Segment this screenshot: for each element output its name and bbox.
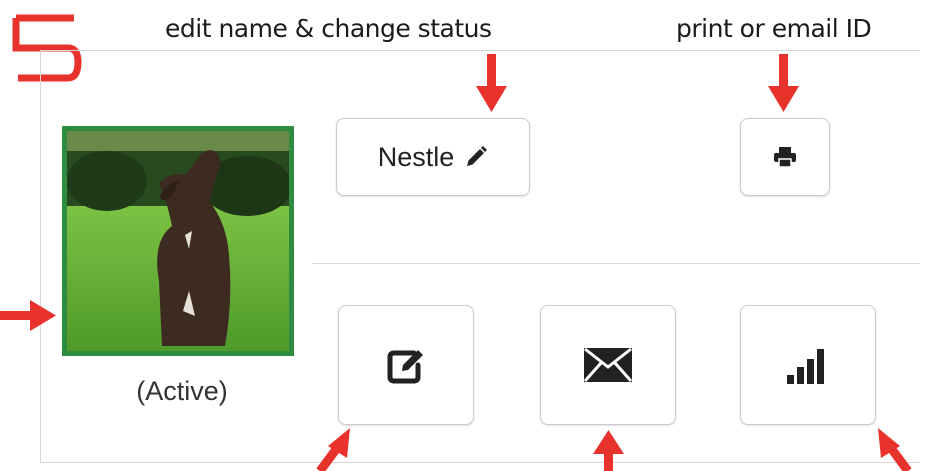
arrow-to-email-button	[593, 430, 624, 471]
annotation-arrows	[0, 54, 912, 471]
arrow-to-photo	[0, 300, 56, 331]
arrow-to-edit-button	[316, 428, 350, 471]
arrow-to-print-button	[768, 54, 799, 112]
arrow-to-signal-button	[878, 428, 912, 471]
arrow-to-name-button	[476, 54, 507, 112]
